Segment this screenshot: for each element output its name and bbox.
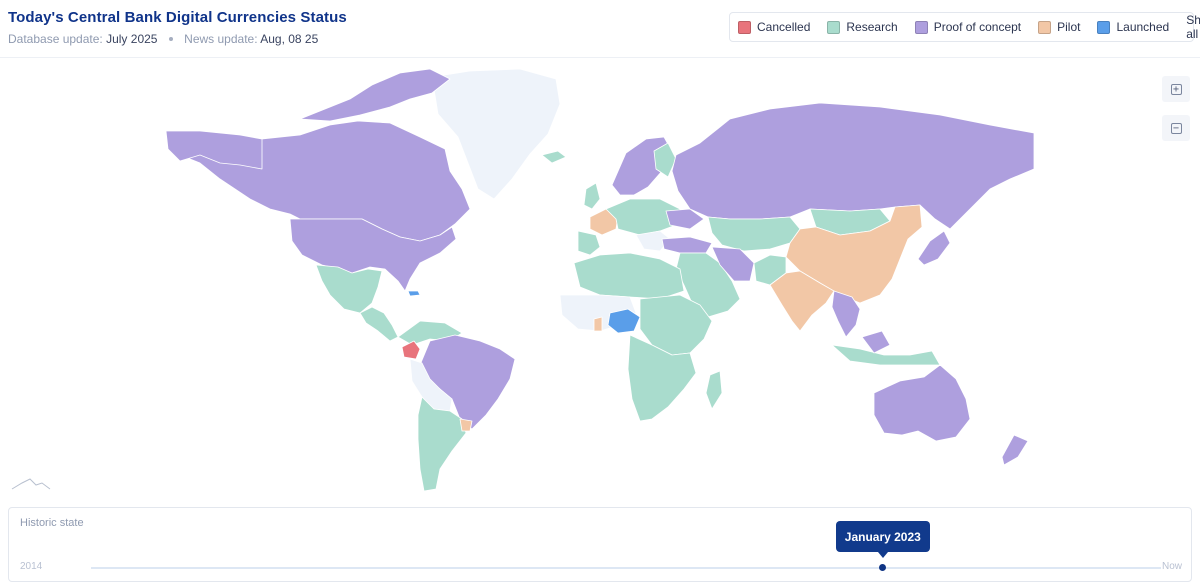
show-all-button[interactable]: Show all <box>1186 13 1200 41</box>
country-madagascar[interactable] <box>705 370 723 410</box>
country-russia[interactable] <box>671 102 1035 230</box>
timeline-start-label: 2014 <box>20 561 43 572</box>
legend-swatch <box>827 20 841 34</box>
legend-item-research[interactable]: Research <box>827 20 898 34</box>
legend-label: Research <box>846 20 898 34</box>
country-ghana[interactable] <box>593 316 603 332</box>
world-map-svg <box>11 68 1035 492</box>
legend-swatch <box>1038 20 1052 34</box>
database-update-value: July 2025 <box>106 32 158 46</box>
country-turkey[interactable] <box>661 236 713 254</box>
region-central-america[interactable] <box>359 306 399 342</box>
header: Today's Central Bank Digital Currencies … <box>0 0 1200 58</box>
historic-state-panel: Historic state 2014 January 2023 Now <box>8 507 1192 582</box>
region-central-asia[interactable] <box>707 216 801 252</box>
news-update-label: News update: <box>184 32 258 46</box>
legend-label: Launched <box>1116 20 1170 34</box>
news-update-value: Aug, 08 25 <box>260 32 319 46</box>
legend-label: Proof of concept <box>933 20 1022 34</box>
timeline-end-label: Now <box>1162 561 1183 572</box>
database-update-label: Database update: <box>8 32 103 46</box>
zoom-in-button[interactable]: + <box>1162 76 1190 102</box>
region-north-africa[interactable] <box>573 252 685 300</box>
historic-state-label: Historic state <box>20 517 84 529</box>
country-mexico[interactable] <box>315 264 383 314</box>
legend: Cancelled Research Proof of concept Pilo… <box>729 12 1200 42</box>
country-iceland[interactable] <box>541 150 567 164</box>
plus-square-icon: + <box>1170 83 1182 95</box>
legend-label: Cancelled <box>757 20 811 34</box>
legend-item-pilot[interactable]: Pilot <box>1038 20 1080 34</box>
legend-swatch <box>914 20 928 34</box>
country-ecuador[interactable] <box>401 340 421 360</box>
legend-item-proof-of-concept[interactable]: Proof of concept <box>914 20 1022 34</box>
timeline-track[interactable] <box>91 567 1161 569</box>
world-map[interactable]: + − <box>0 59 1200 499</box>
update-info: Database update: July 2025 News update: … <box>8 32 318 46</box>
separator-dot <box>168 36 173 41</box>
region-borneo[interactable] <box>861 330 891 354</box>
country-canada-arctic[interactable] <box>299 68 451 122</box>
region-caribbean[interactable] <box>407 290 421 297</box>
country-new-zealand[interactable] <box>1001 434 1029 466</box>
mini-trend-icon <box>11 478 51 490</box>
legend-item-launched[interactable]: Launched <box>1097 20 1169 34</box>
country-uruguay[interactable] <box>459 418 473 432</box>
timeline-handle[interactable] <box>879 564 887 571</box>
legend-label: Pilot <box>1057 20 1081 34</box>
timeline-date-tooltip: January 2023 <box>835 521 930 552</box>
region-iberia[interactable] <box>577 230 601 256</box>
region-indonesia[interactable] <box>831 344 941 366</box>
page-title: Today's Central Bank Digital Currencies … <box>8 9 347 26</box>
zoom-out-button[interactable]: − <box>1162 115 1190 141</box>
legend-swatch <box>738 20 751 34</box>
country-australia[interactable] <box>873 364 971 442</box>
tooltip-arrow <box>877 552 888 558</box>
legend-swatch <box>1097 20 1111 34</box>
legend-item-cancelled[interactable]: Cancelled <box>738 20 810 34</box>
country-japan[interactable] <box>917 230 951 266</box>
region-uk-ireland[interactable] <box>583 182 601 210</box>
minus-square-icon: − <box>1170 122 1182 134</box>
